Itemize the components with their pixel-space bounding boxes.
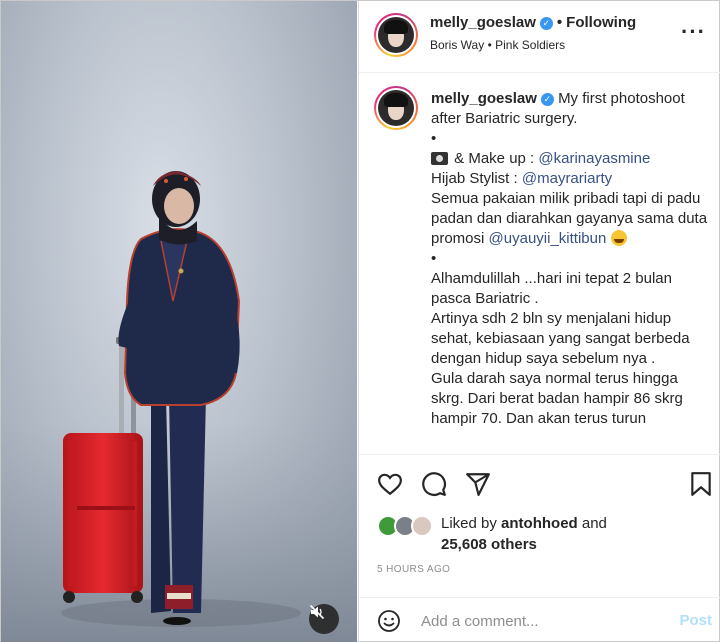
caption-para-4: Gula darah saya normal terus hingga skrg…	[431, 370, 683, 427]
red-suitcase	[63, 433, 143, 593]
verified-badge-icon: ✓	[540, 92, 554, 106]
post-actions: Liked by antohhoed and 25,608 others 5 H…	[359, 454, 720, 584]
caption-username[interactable]: melly_goeslaw	[431, 90, 537, 107]
instagram-post-window: melly_goeslaw ✓ • Following Boris Way • Pin…	[0, 0, 720, 642]
liked-by-and: and	[581, 515, 607, 532]
hijab-mention-link[interactable]: @mayrariarty	[522, 170, 612, 187]
liked-by-text: Liked by antohhoed and	[441, 515, 607, 532]
post-sidebar: melly_goeslaw ✓ • Following Boris Way • Pin…	[358, 1, 720, 642]
caption-avatar[interactable]	[374, 86, 418, 130]
makeup-mention-link[interactable]: @karinayasmine	[538, 150, 650, 167]
promo-mention-link[interactable]: @uyauyii_kittibun	[489, 230, 607, 247]
more-horizontal-icon[interactable]: ···	[681, 19, 706, 45]
following-button[interactable]: Following	[566, 14, 636, 31]
emoji-smile-icon[interactable]	[377, 609, 401, 633]
author-username[interactable]: melly_goeslaw	[430, 14, 536, 31]
separator-dot: •	[556, 14, 563, 31]
laughing-emoji-icon	[610, 230, 627, 246]
share-icon[interactable]	[465, 471, 491, 497]
bookmark-icon[interactable]	[689, 471, 713, 497]
post-photo	[1, 171, 357, 642]
author-avatar[interactable]	[374, 13, 418, 57]
comment-input[interactable]	[421, 610, 661, 632]
header-username-line: melly_goeslaw ✓ • Following	[430, 14, 636, 31]
caption-text: melly_goeslaw ✓ My first photoshoot after…	[431, 89, 713, 429]
caption-area: melly_goeslaw ✓ My first photoshoot after…	[359, 74, 720, 454]
mute-audio-button[interactable]	[309, 604, 339, 634]
post-timestamp[interactable]: 5 HOURS AGO	[377, 564, 450, 575]
caption-bullet-2: •	[431, 250, 437, 267]
liked-by-user-link[interactable]: antohhoed	[501, 515, 578, 532]
hijab-label: Hijab Stylist :	[431, 170, 518, 187]
liker-avatar	[411, 515, 433, 537]
caption-para-2: Alhamdulillah ...hari ini tepat 2 bulan …	[431, 270, 672, 307]
post-header: melly_goeslaw ✓ • Following Boris Way • Pin…	[359, 1, 720, 73]
comment-bar: Post	[359, 597, 720, 642]
verified-badge-icon: ✓	[539, 16, 553, 30]
post-media[interactable]	[1, 1, 357, 642]
liked-by-prefix: Liked by	[441, 515, 497, 532]
makeup-label: & Make up :	[454, 150, 535, 167]
comment-icon[interactable]	[421, 471, 447, 497]
caption-bullet: •	[431, 130, 437, 147]
speaker-muted-icon	[309, 604, 325, 620]
post-comment-button[interactable]: Post	[679, 612, 712, 629]
camera-emoji-icon	[431, 152, 448, 165]
caption-para-3: Artinya sdh 2 bln sy menjalani hidup seh…	[431, 310, 690, 367]
audio-track-link[interactable]: Boris Way • Pink Soldiers	[430, 38, 565, 52]
likes-count-link[interactable]: 25,608 others	[441, 536, 537, 553]
heart-icon[interactable]	[377, 471, 403, 497]
